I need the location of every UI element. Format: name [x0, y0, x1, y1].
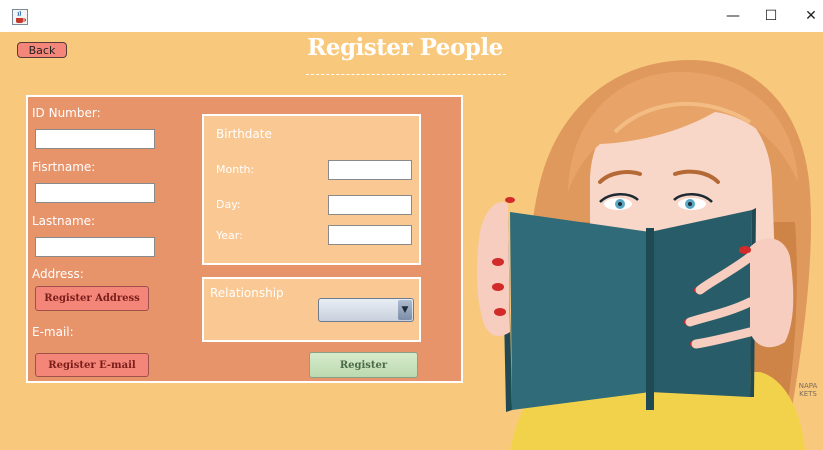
month-label: Month:: [216, 163, 255, 176]
woman-reading-book-illustration: [476, 60, 811, 450]
lastname-input[interactable]: [35, 237, 155, 257]
back-button[interactable]: Back: [17, 42, 67, 58]
id-number-label: ID Number:: [32, 106, 101, 120]
lastname-label: Lastname:: [32, 214, 96, 228]
email-label: E-mail:: [32, 325, 74, 339]
relationship-panel: Relationship ▼: [202, 277, 421, 342]
year-label: Year:: [216, 229, 243, 242]
year-input[interactable]: [328, 225, 412, 245]
java-coffee-icon: [12, 9, 28, 25]
register-form-panel: ID Number: Fisrtname: Lastname: Address:…: [26, 95, 463, 383]
title-underline: [306, 74, 506, 75]
day-input[interactable]: [328, 195, 412, 215]
month-input[interactable]: [328, 160, 412, 180]
page-title: Register People: [307, 34, 503, 61]
register-email-button[interactable]: Register E-mail: [35, 353, 149, 377]
birthdate-title: Birthdate: [216, 127, 272, 141]
chevron-down-icon[interactable]: ▼: [398, 300, 412, 320]
artist-signature: NAPA KETS: [798, 382, 818, 398]
day-label: Day:: [216, 198, 241, 211]
birthdate-panel: Birthdate Month: Day: Year:: [202, 114, 421, 265]
register-address-button[interactable]: Register Address: [35, 286, 149, 311]
title-bar: — ☐ ✕: [0, 0, 823, 32]
firstname-input[interactable]: [35, 183, 155, 203]
address-label: Address:: [32, 267, 84, 281]
main-content: NAPA KETS Back Register People ID Number:…: [0, 32, 823, 450]
relationship-title: Relationship: [210, 286, 284, 300]
maximize-button[interactable]: ☐: [751, 0, 791, 32]
minimize-button[interactable]: —: [713, 0, 753, 32]
close-button[interactable]: ✕: [791, 0, 823, 32]
id-number-input[interactable]: [35, 129, 155, 149]
register-button[interactable]: Register: [309, 352, 418, 378]
relationship-select[interactable]: ▼: [318, 298, 414, 322]
firstname-label: Fisrtname:: [32, 160, 96, 174]
